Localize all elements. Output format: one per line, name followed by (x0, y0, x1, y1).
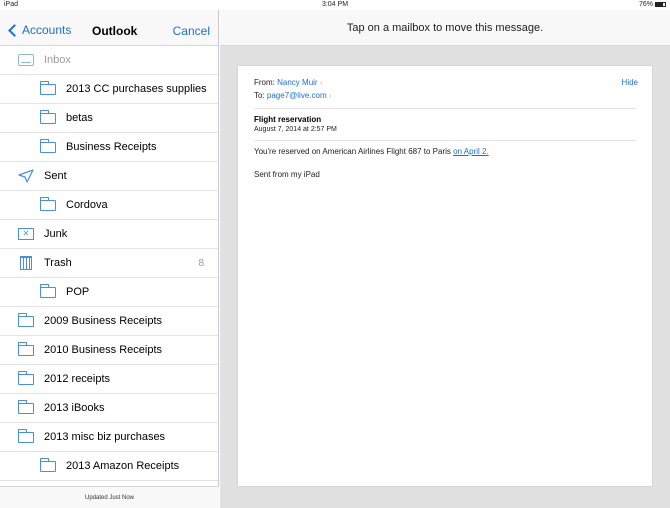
chevron-right-icon: › (328, 91, 332, 100)
folder-label: Sent (44, 170, 67, 182)
folder-label: betas (66, 112, 93, 124)
battery-indicator: 76% (639, 1, 666, 8)
folder-row[interactable]: 2013 Amazon Receipts (0, 452, 218, 481)
folder-icon (40, 109, 56, 124)
folder-row[interactable]: 2012 receipts (0, 365, 218, 394)
folder-label: 2013 iBooks (44, 402, 105, 414)
move-prompt: Tap on a mailbox to move this message. (220, 10, 670, 46)
folder-label: 2009 Business Receipts (44, 315, 163, 327)
cancel-button[interactable]: Cancel (173, 24, 210, 38)
chevron-left-icon (8, 23, 21, 37)
folder-label: Junk (44, 228, 68, 240)
chevron-right-icon: › (319, 78, 323, 87)
sender-name[interactable]: Nancy Muir (277, 78, 317, 87)
folder-row[interactable]: ✕ Junk (0, 220, 218, 249)
folder-icon (18, 428, 34, 443)
hide-details-button[interactable]: Hide (622, 78, 638, 87)
back-button-label: Accounts (22, 23, 72, 37)
date-link[interactable]: on April 2. (453, 147, 489, 156)
trash-icon (20, 256, 32, 270)
status-bar: iPad 3:04 PM 76% (0, 0, 670, 10)
folder-icon (18, 312, 34, 327)
sidebar-navbar: Accounts Outlook Cancel (0, 10, 218, 46)
folder-row[interactable]: Cordova (0, 191, 218, 220)
folder-count: 8 (198, 257, 204, 269)
message-signature: Sent from my iPad (254, 170, 320, 179)
folder-icon (18, 399, 34, 414)
battery-icon (655, 2, 666, 7)
body-text: You're reserved on American Airlines Fli… (254, 147, 454, 156)
folder-icon (40, 196, 56, 211)
folder-label: 2013 CC purchases supplies (66, 83, 207, 95)
from-label: From: (254, 78, 275, 87)
junk-icon: ✕ (18, 228, 34, 240)
folder-row[interactable]: Business Receipts (0, 133, 218, 162)
folder-row[interactable]: POP (0, 278, 218, 307)
folder-label: 2013 misc biz purchases (44, 431, 166, 443)
message-card: From: Nancy Muir › To: page7@live.com › … (238, 66, 652, 486)
battery-percent: 76% (638, 1, 653, 8)
message-date: August 7, 2014 at 2:57 PM (254, 126, 337, 133)
sent-icon (18, 169, 34, 183)
message-body: You're reserved on American Airlines Fli… (238, 141, 652, 156)
inbox-icon (18, 54, 34, 66)
folder-row[interactable]: 2013 CC purchases supplies (0, 75, 218, 104)
folder-icon (40, 283, 56, 298)
sidebar-title: Outlook (92, 24, 138, 38)
folder-row[interactable]: Trash 8 (0, 249, 218, 278)
folder-label: Business Receipts (66, 141, 157, 153)
folder-label: 2012 receipts (44, 373, 111, 385)
accounts-back-button[interactable]: Accounts (8, 23, 72, 37)
folder-label: 2013 Amazon Receipts (66, 460, 180, 472)
message-header: From: Nancy Muir › To: page7@live.com › … (238, 66, 652, 100)
to-line: To: page7@live.com › (254, 91, 636, 100)
folder-label: Cordova (66, 199, 108, 211)
folder-row[interactable]: betas (0, 104, 218, 133)
message-pane: Tap on a mailbox to move this message. F… (220, 10, 670, 508)
folder-label: Inbox (44, 54, 71, 66)
from-line: From: Nancy Muir › (254, 78, 636, 87)
folder-list: Inbox 2013 CC purchases supplies betas Busi… (0, 46, 218, 481)
folder-icon (40, 80, 56, 95)
update-status: Updated Just Now (0, 486, 219, 508)
folder-row[interactable]: 2010 Business Receipts (0, 336, 218, 365)
folder-row[interactable]: 2013 misc biz purchases (0, 423, 218, 452)
mailbox-sidebar: Accounts Outlook Cancel Inbox 2013 CC pur… (0, 10, 219, 508)
folder-icon (18, 341, 34, 356)
folder-label: POP (66, 286, 90, 298)
folder-row: Inbox (0, 46, 218, 75)
folder-row[interactable]: 2009 Business Receipts (0, 307, 218, 336)
message-subject: Flight reservation (254, 115, 322, 124)
to-label: To: (254, 91, 265, 100)
folder-icon (18, 370, 34, 385)
folder-label: Trash (44, 257, 72, 269)
folder-row[interactable]: 2013 iBooks (0, 394, 218, 423)
recipient-address[interactable]: page7@live.com (267, 91, 327, 100)
folder-icon (40, 138, 56, 153)
clock: 3:04 PM (321, 1, 349, 8)
folder-label: 2010 Business Receipts (44, 344, 163, 356)
folder-row[interactable]: Sent (0, 162, 218, 191)
folder-icon (40, 457, 56, 472)
